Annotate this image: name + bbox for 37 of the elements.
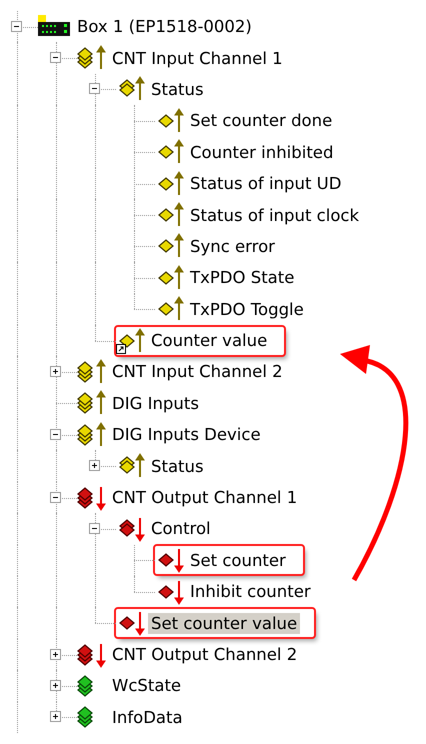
tree-item-label[interactable]: Status of input UD <box>187 173 344 194</box>
tree-item-label[interactable]: CNT Input Channel 1 <box>109 48 286 69</box>
tree-item-label[interactable]: Set counter <box>187 550 289 571</box>
tree-item-label[interactable]: WcState <box>109 675 184 696</box>
tree-item-label[interactable]: Box 1 (EP1518-0002) <box>74 16 255 38</box>
tree-item-label[interactable]: Control <box>148 518 214 540</box>
tree-item-label[interactable]: Status <box>148 78 207 100</box>
tree-item-label[interactable]: InfoData <box>109 706 186 728</box>
collapse-toggle[interactable] <box>50 492 61 503</box>
tree-item-label[interactable]: TxPDO Toggle <box>187 298 307 320</box>
tree-item-label[interactable]: Set counter value <box>148 612 300 634</box>
collapse-toggle[interactable] <box>89 522 100 534</box>
tree-item-label[interactable]: Set counter done <box>187 110 336 132</box>
collapse-toggle[interactable] <box>50 428 61 440</box>
collapse-toggle[interactable] <box>11 20 22 32</box>
expand-toggle[interactable] <box>50 366 61 377</box>
expand-toggle[interactable] <box>50 680 61 691</box>
tree-item-label[interactable]: CNT Output Channel 1 <box>109 487 300 508</box>
tree-item-label[interactable]: CNT Input Channel 2 <box>109 361 286 382</box>
tree-item-label[interactable]: Counter inhibited <box>187 142 336 163</box>
tree-item-label[interactable]: Sync error <box>187 236 278 257</box>
tree-item-label[interactable]: Counter value <box>148 330 270 352</box>
tree-item-label[interactable]: Inhibit counter <box>187 581 314 602</box>
expand-toggle[interactable] <box>89 460 100 472</box>
tree-item-label[interactable]: Status <box>148 456 207 477</box>
expand-toggle[interactable] <box>50 711 61 722</box>
collapse-toggle[interactable] <box>50 52 61 64</box>
tree-item-label[interactable]: TxPDO State <box>187 267 298 288</box>
tree-item-label[interactable]: DIG Inputs Device <box>109 424 264 446</box>
collapse-toggle[interactable] <box>89 83 100 94</box>
tree-item-label[interactable]: Status of input clock <box>187 204 362 226</box>
expand-toggle[interactable] <box>50 648 61 660</box>
tree-item-label[interactable]: CNT Output Channel 2 <box>109 644 300 665</box>
linked-variable-icon <box>116 326 146 355</box>
tree-item-label[interactable]: DIG Inputs <box>109 392 202 414</box>
channel-icon <box>77 358 107 386</box>
channel-icon <box>77 420 107 449</box>
